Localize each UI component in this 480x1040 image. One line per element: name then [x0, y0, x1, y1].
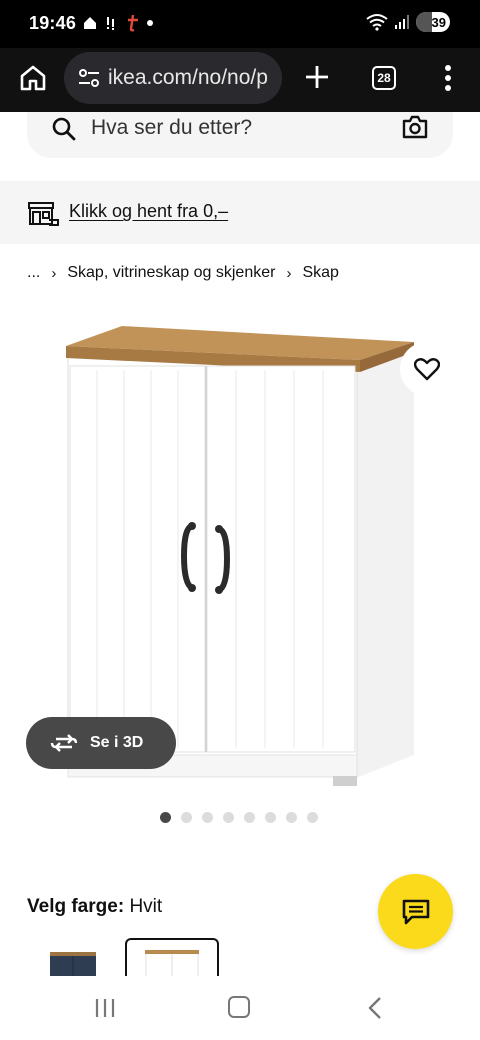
t-app-icon — [128, 14, 138, 32]
color-selector-label: Velg farge: Hvit — [27, 896, 162, 918]
image-carousel-dots — [160, 812, 318, 823]
carousel-dot[interactable] — [202, 812, 213, 823]
favorite-button[interactable] — [400, 342, 454, 396]
breadcrumb-item-cabinets-category[interactable]: Skap, vitrineskap og skjenker — [67, 264, 275, 282]
breadcrumb: ... › Skap, vitrineskap og skjenker › Sk… — [27, 262, 339, 284]
recent-apps-icon[interactable] — [94, 997, 116, 1019]
search-bar[interactable]: Hva ser du etter? — [27, 112, 453, 158]
color-swatch-blue[interactable] — [44, 938, 104, 978]
carousel-dot[interactable] — [181, 812, 192, 823]
url-text: ikea.com/no/no/p — [108, 66, 268, 89]
signal-icon — [395, 15, 409, 29]
store-icon — [28, 202, 59, 226]
carousel-dot[interactable] — [307, 812, 318, 823]
chat-icon — [402, 899, 429, 924]
status-time: 19:46 — [29, 13, 77, 33]
chat-button[interactable] — [378, 874, 453, 949]
wifi-icon — [366, 14, 388, 31]
new-tab-icon[interactable] — [302, 62, 332, 92]
status-bar: 19:46 39 — [0, 0, 480, 48]
camera-search-icon[interactable] — [401, 114, 429, 140]
click-collect-link[interactable]: Klikk og hent fra 0,– — [69, 201, 228, 222]
address-bar[interactable]: ikea.com/no/no/p — [64, 52, 282, 104]
home-notification-icon — [84, 17, 96, 29]
color-label: Velg farge: — [27, 896, 125, 917]
blue-cabinet-thumbnail — [50, 952, 96, 978]
breadcrumb-item-cabinets[interactable]: Skap — [302, 264, 338, 282]
dot-icon — [147, 20, 153, 26]
rotate-3d-icon — [50, 734, 78, 752]
search-icon — [52, 117, 76, 141]
tab-count: 28 — [377, 71, 391, 85]
carousel-dot[interactable] — [223, 812, 234, 823]
notification-icons — [82, 12, 154, 34]
system-navigation-bar — [0, 976, 480, 1040]
breadcrumb-ellipsis[interactable]: ... — [27, 264, 40, 282]
cabinet-foot — [333, 776, 357, 786]
tab-switcher-button[interactable]: 28 — [372, 66, 396, 90]
more-menu-icon[interactable] — [444, 64, 452, 92]
battery-level: 39 — [431, 14, 446, 30]
battery-icon: 39 — [416, 12, 450, 32]
cabinet-side — [356, 350, 414, 778]
color-value: Hvit — [129, 896, 163, 917]
chevron-right-icon: › — [286, 264, 292, 282]
view-3d-button[interactable]: Se i 3D — [26, 717, 176, 769]
search-input[interactable]: Hva ser du etter? — [91, 116, 252, 140]
carousel-dot[interactable] — [244, 812, 255, 823]
view-3d-label: Se i 3D — [90, 734, 144, 751]
home-icon[interactable] — [18, 63, 48, 93]
home-button[interactable] — [228, 996, 250, 1018]
carousel-dot[interactable] — [265, 812, 276, 823]
site-settings-icon[interactable] — [78, 68, 100, 88]
click-collect-banner: Klikk og hent fra 0,– — [0, 181, 480, 244]
system-icons: 39 — [366, 12, 450, 32]
chevron-right-icon: › — [51, 264, 57, 282]
heart-icon — [414, 358, 440, 381]
back-icon[interactable] — [367, 996, 383, 1020]
white-cabinet-thumbnail — [145, 950, 199, 982]
alert-notification-icon — [107, 17, 114, 30]
carousel-dot[interactable] — [160, 812, 171, 823]
carousel-dot[interactable] — [286, 812, 297, 823]
browser-toolbar: ikea.com/no/no/p 28 — [0, 48, 480, 112]
